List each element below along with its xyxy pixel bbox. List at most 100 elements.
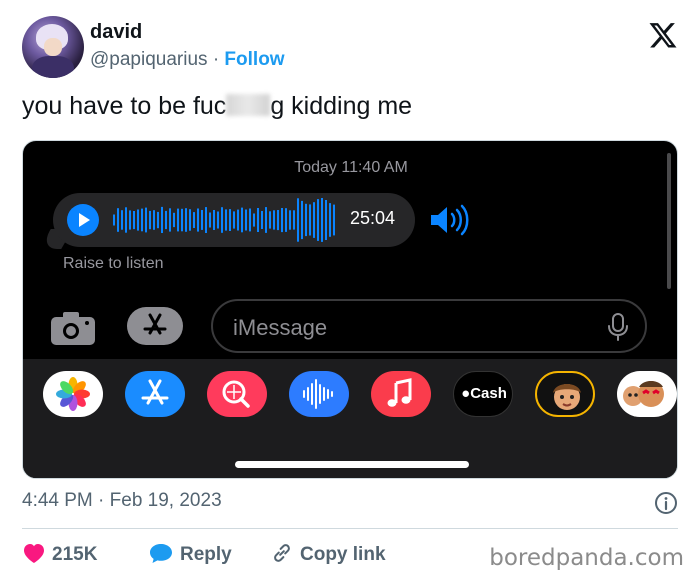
- media-screenshot[interactable]: Today 11:40 AM 25:04 Raise to listen iMe…: [22, 140, 678, 479]
- x-logo-icon[interactable]: [648, 20, 678, 50]
- message-timestamp: Today 11:40 AM: [294, 159, 408, 176]
- waveform-bar: [193, 212, 195, 228]
- waveform-bar: [201, 210, 203, 230]
- home-indicator[interactable]: [235, 461, 469, 468]
- waveform-bar: [129, 210, 131, 230]
- waveform-bar: [317, 199, 319, 241]
- reply-label: Reply: [180, 544, 232, 565]
- tweet-text: you have to be fuc g kidding me: [22, 92, 412, 121]
- waveform-bar: [249, 208, 251, 232]
- waveform-bar: [149, 210, 151, 230]
- meta-separator: ·: [98, 490, 105, 511]
- music-app-icon[interactable]: [371, 371, 431, 417]
- waveform-bar: [269, 211, 271, 229]
- waveform-bar: [245, 209, 247, 231]
- microphone-icon[interactable]: [607, 313, 629, 341]
- waveform-bar: [321, 198, 323, 242]
- reply-icon: [150, 544, 172, 563]
- tweet-header: david @papiquarius · Follow: [22, 16, 682, 78]
- waveform-bar: [133, 211, 135, 230]
- waveform-bar: [117, 208, 119, 232]
- speaker-icon[interactable]: [429, 204, 469, 236]
- app-drawer: ●Cash: [23, 359, 677, 478]
- app-store-app-icon[interactable]: [125, 371, 185, 417]
- waveform-bar: [173, 212, 175, 228]
- waveform-bar: [229, 209, 231, 231]
- waveform: [113, 198, 335, 242]
- waveform-bar: [285, 208, 287, 232]
- imessage-field[interactable]: iMessage: [211, 299, 647, 353]
- memoji-app-icon[interactable]: [535, 371, 595, 417]
- heart-icon: [24, 544, 44, 563]
- waveform-bar: [113, 214, 115, 226]
- audio-app-icon[interactable]: [289, 371, 349, 417]
- reply-button[interactable]: Reply: [148, 542, 232, 566]
- waveform-bar: [181, 208, 183, 232]
- waveform-bar: [125, 207, 127, 233]
- waveform-bar: [213, 210, 215, 230]
- like-button[interactable]: 215K: [22, 542, 97, 566]
- waveform-bar: [121, 210, 123, 230]
- waveform-bar: [233, 211, 235, 229]
- info-icon[interactable]: [654, 491, 678, 515]
- app-store-icon: [143, 313, 167, 335]
- avatar[interactable]: [22, 16, 84, 78]
- author-handle[interactable]: @papiquarius: [90, 49, 208, 70]
- author-name[interactable]: david: [90, 21, 142, 44]
- waveform-bar: [153, 210, 155, 230]
- cash-text: Cash: [470, 385, 507, 402]
- watermark: boredpanda.com: [489, 545, 684, 571]
- waveform-bar: [205, 207, 207, 233]
- image-search-app-icon[interactable]: [207, 371, 267, 417]
- scrollbar: [667, 153, 671, 289]
- link-icon: [274, 544, 290, 562]
- waveform-bar: [157, 211, 159, 229]
- waveform-bar: [289, 210, 291, 230]
- waveform-bar: [141, 208, 143, 232]
- waveform-bar: [177, 208, 179, 232]
- follow-button[interactable]: Follow: [224, 49, 284, 70]
- copy-link-button[interactable]: Copy link: [270, 542, 386, 566]
- apple-cash-label: ●Cash: [454, 385, 514, 402]
- memoji-stickers-app-icon[interactable]: [617, 371, 677, 417]
- avatar-body: [32, 56, 74, 78]
- author-handle-row: @papiquarius · Follow: [90, 49, 285, 71]
- waveform-bar: [281, 208, 283, 233]
- play-icon[interactable]: [67, 204, 99, 236]
- waveform-bar: [273, 210, 275, 230]
- tweet-time[interactable]: 4:44 PM: [22, 490, 93, 511]
- divider: [22, 528, 678, 529]
- tweet-date[interactable]: Feb 19, 2023: [110, 490, 222, 511]
- waveform-bar: [293, 210, 295, 230]
- waveform-bar: [325, 200, 327, 240]
- waveform-bar: [237, 209, 239, 231]
- waveform-bar: [253, 213, 255, 227]
- waveform-bar: [221, 207, 223, 233]
- camera-icon[interactable]: [49, 311, 97, 347]
- waveform-bar: [333, 204, 335, 236]
- imessage-placeholder: iMessage: [233, 315, 328, 340]
- waveform-bar: [241, 207, 243, 233]
- waveform-bar: [277, 210, 279, 231]
- waveform-bar: [309, 204, 311, 236]
- app-store-button[interactable]: [127, 307, 183, 345]
- audio-duration: 25:04: [350, 208, 396, 228]
- waveform-bar: [197, 208, 199, 232]
- waveform-bar: [137, 209, 139, 231]
- waveform-bar: [261, 211, 263, 229]
- waveform-bar: [305, 203, 307, 237]
- waveform-bar: [165, 210, 167, 230]
- waveform-bar: [225, 209, 227, 231]
- waveform-bar: [189, 209, 191, 231]
- censor-blur: [226, 94, 271, 116]
- apple-cash-app-icon[interactable]: ●Cash: [453, 371, 513, 417]
- audio-message-bubble[interactable]: 25:04: [53, 193, 415, 247]
- copy-link-label: Copy link: [300, 544, 386, 565]
- waveform-bar: [257, 208, 259, 232]
- tweet-text-end: g kidding me: [270, 92, 413, 120]
- handle-separator: ·: [212, 49, 220, 70]
- waveform-bar: [313, 202, 315, 238]
- photos-app-icon[interactable]: [43, 371, 103, 417]
- waveform-bar: [209, 212, 211, 228]
- waveform-bar: [145, 207, 147, 233]
